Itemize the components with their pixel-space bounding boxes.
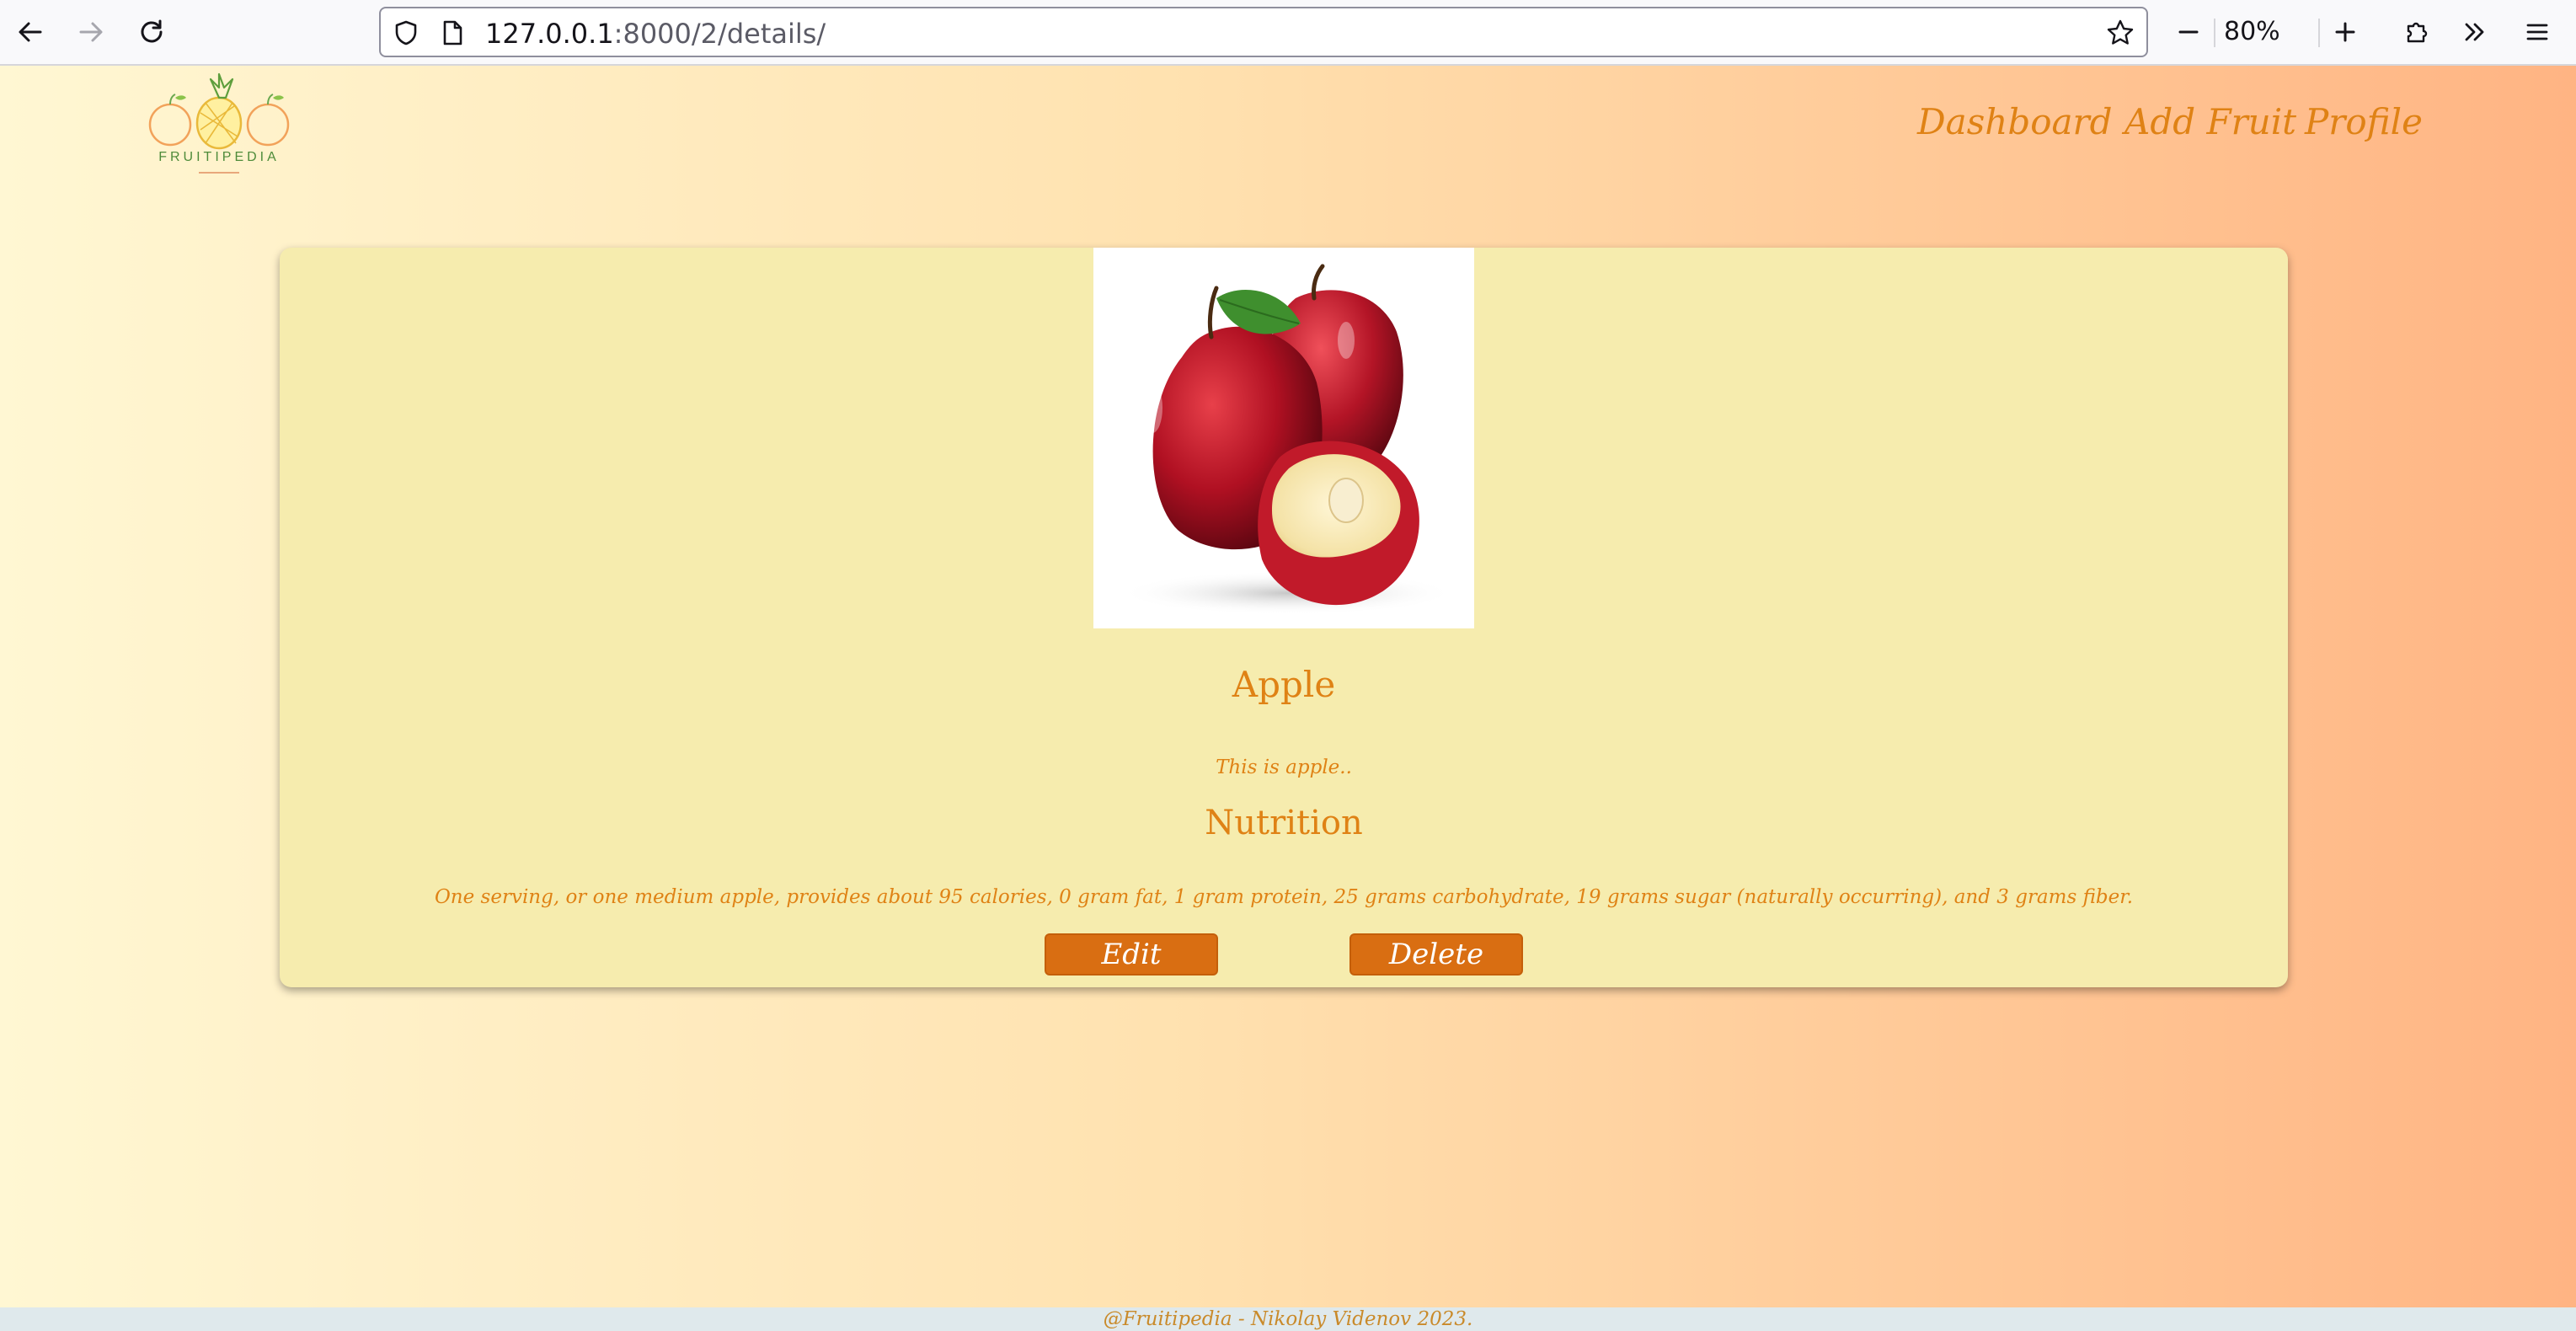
delete-button[interactable]: Delete: [1349, 933, 1523, 976]
site-logo[interactable]: FRUITIPEDIA: [145, 72, 293, 174]
fruit-logo-icon: [148, 72, 290, 150]
logo-text: FRUITIPEDIA: [158, 150, 280, 164]
reload-icon[interactable]: [133, 13, 170, 51]
logo-underline: [199, 172, 239, 174]
browser-toolbar: 127.0.0.1:8000/2/details/ 80%: [0, 0, 2576, 66]
nav-add-fruit[interactable]: Add Fruit: [2124, 101, 2296, 142]
edit-button[interactable]: Edit: [1045, 933, 1218, 976]
nav-dashboard[interactable]: Dashboard: [1917, 101, 2113, 142]
nutrition-heading: Nutrition: [1205, 804, 1363, 842]
toolbar-divider: [2318, 19, 2320, 47]
footer: @Fruitipedia - Nikolay Videnov 2023.: [0, 1307, 2576, 1331]
fruit-image: [1093, 248, 1474, 628]
menu-icon[interactable]: [2519, 13, 2556, 51]
page-icon: [440, 19, 465, 50]
zoom-out-icon[interactable]: [2170, 13, 2207, 51]
bookmark-star-icon[interactable]: [2106, 19, 2135, 51]
zoom-level[interactable]: 80%: [2224, 17, 2280, 46]
fruit-name: Apple: [1232, 664, 1336, 705]
fruit-details-card: Apple This is apple.. Nutrition One serv…: [280, 248, 2288, 987]
extensions-icon[interactable]: [2397, 13, 2434, 51]
url-text[interactable]: 127.0.0.1:8000/2/details/: [485, 18, 826, 50]
nutrition-text: One serving, or one medium apple, provid…: [434, 886, 2134, 908]
forward-icon[interactable]: [72, 13, 110, 51]
address-bar[interactable]: 127.0.0.1:8000/2/details/: [379, 7, 2148, 57]
overflow-chevron-icon[interactable]: [2456, 13, 2493, 51]
url-path: :8000/2/details/: [613, 18, 826, 50]
nav-profile[interactable]: Profile: [2305, 101, 2423, 142]
apple-image: [1119, 264, 1456, 615]
fruit-description: This is apple..: [1216, 756, 1352, 778]
zoom-in-icon[interactable]: [2327, 13, 2364, 51]
shield-icon[interactable]: [393, 19, 420, 50]
url-host: 127.0.0.1: [485, 18, 614, 50]
page: FRUITIPEDIA Dashboard Add Fruit Profile: [0, 66, 2576, 1307]
toolbar-divider: [2214, 19, 2215, 47]
back-icon[interactable]: [12, 13, 49, 51]
